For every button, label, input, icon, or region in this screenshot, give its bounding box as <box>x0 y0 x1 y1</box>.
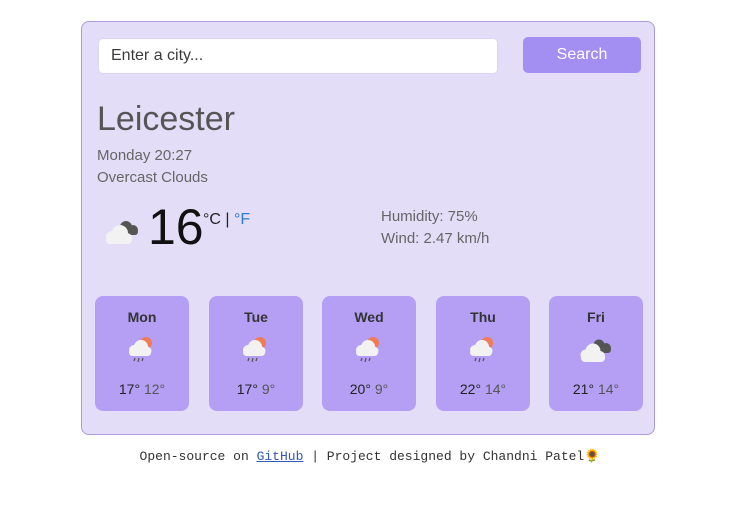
forecast-max: 22° <box>459 381 482 397</box>
humidity: Humidity: 75% <box>381 208 478 225</box>
current-temperature: 16 <box>148 199 204 255</box>
footer: Open-source on GitHub | Project designed… <box>0 449 740 464</box>
forecast-min: 14° <box>597 381 620 397</box>
forecast-day-name: Thu <box>470 309 496 325</box>
unit-celsius[interactable]: °C <box>203 211 221 228</box>
overcast-clouds-icon <box>106 221 138 244</box>
forecast-max: 17° <box>118 381 141 397</box>
wind-speed: Wind: 2.47 km/h <box>381 230 490 247</box>
rain-icon <box>129 337 152 363</box>
github-link[interactable]: GitHub <box>257 449 304 464</box>
forecast-min: 12° <box>143 381 166 397</box>
footer-suffix: | Project designed by Chandni Patel <box>303 449 585 464</box>
forecast-min: 14° <box>484 381 507 397</box>
city-name: Leicester <box>97 100 235 138</box>
unit-toggle: °C | °F <box>203 211 250 229</box>
rain-icon <box>470 337 493 363</box>
forecast-temps: 17° 12° <box>95 381 189 397</box>
unit-fahrenheit-link[interactable]: °F <box>234 211 250 228</box>
forecast-day: Tue 17° 9° <box>209 296 303 411</box>
forecast-max: 20° <box>349 381 371 397</box>
footer-prefix: Open-source on <box>139 449 257 464</box>
forecast-day: Fri 21° 14° <box>549 296 643 411</box>
rain-icon <box>243 337 266 363</box>
overcast-clouds-icon <box>580 339 611 362</box>
unit-separator: | <box>220 211 234 228</box>
forecast-max: 17° <box>236 381 258 397</box>
forecast-temps: 17° 9° <box>209 381 303 397</box>
search-button[interactable]: Search <box>523 37 641 73</box>
forecast-temps: 21° 14° <box>549 381 643 397</box>
forecast-day-name: Wed <box>354 309 384 325</box>
forecast-day-name: Tue <box>244 309 268 325</box>
rain-icon <box>356 337 379 363</box>
forecast-min: 9° <box>374 381 389 397</box>
current-datetime: Monday 20:27 <box>97 147 193 164</box>
forecast-temps: 20° 9° <box>322 381 416 397</box>
weather-description: Overcast Clouds <box>97 169 208 186</box>
forecast-day: Mon 17° 12° <box>95 296 189 411</box>
forecast-day: Wed 20° 9° <box>322 296 416 411</box>
forecast-day-name: Mon <box>127 309 157 325</box>
sunflower-icon: 🌻 <box>584 449 601 464</box>
forecast-day-name: Fri <box>587 309 605 325</box>
forecast-min: 9° <box>261 381 276 397</box>
forecast-temps: 22° 14° <box>436 381 530 397</box>
city-search-input[interactable] <box>98 38 498 74</box>
forecast-day: Thu 22° 14° <box>436 296 530 411</box>
forecast-max: 21° <box>572 381 595 397</box>
weather-card: Search Leicester Monday 20:27 Overcast C… <box>81 21 655 435</box>
